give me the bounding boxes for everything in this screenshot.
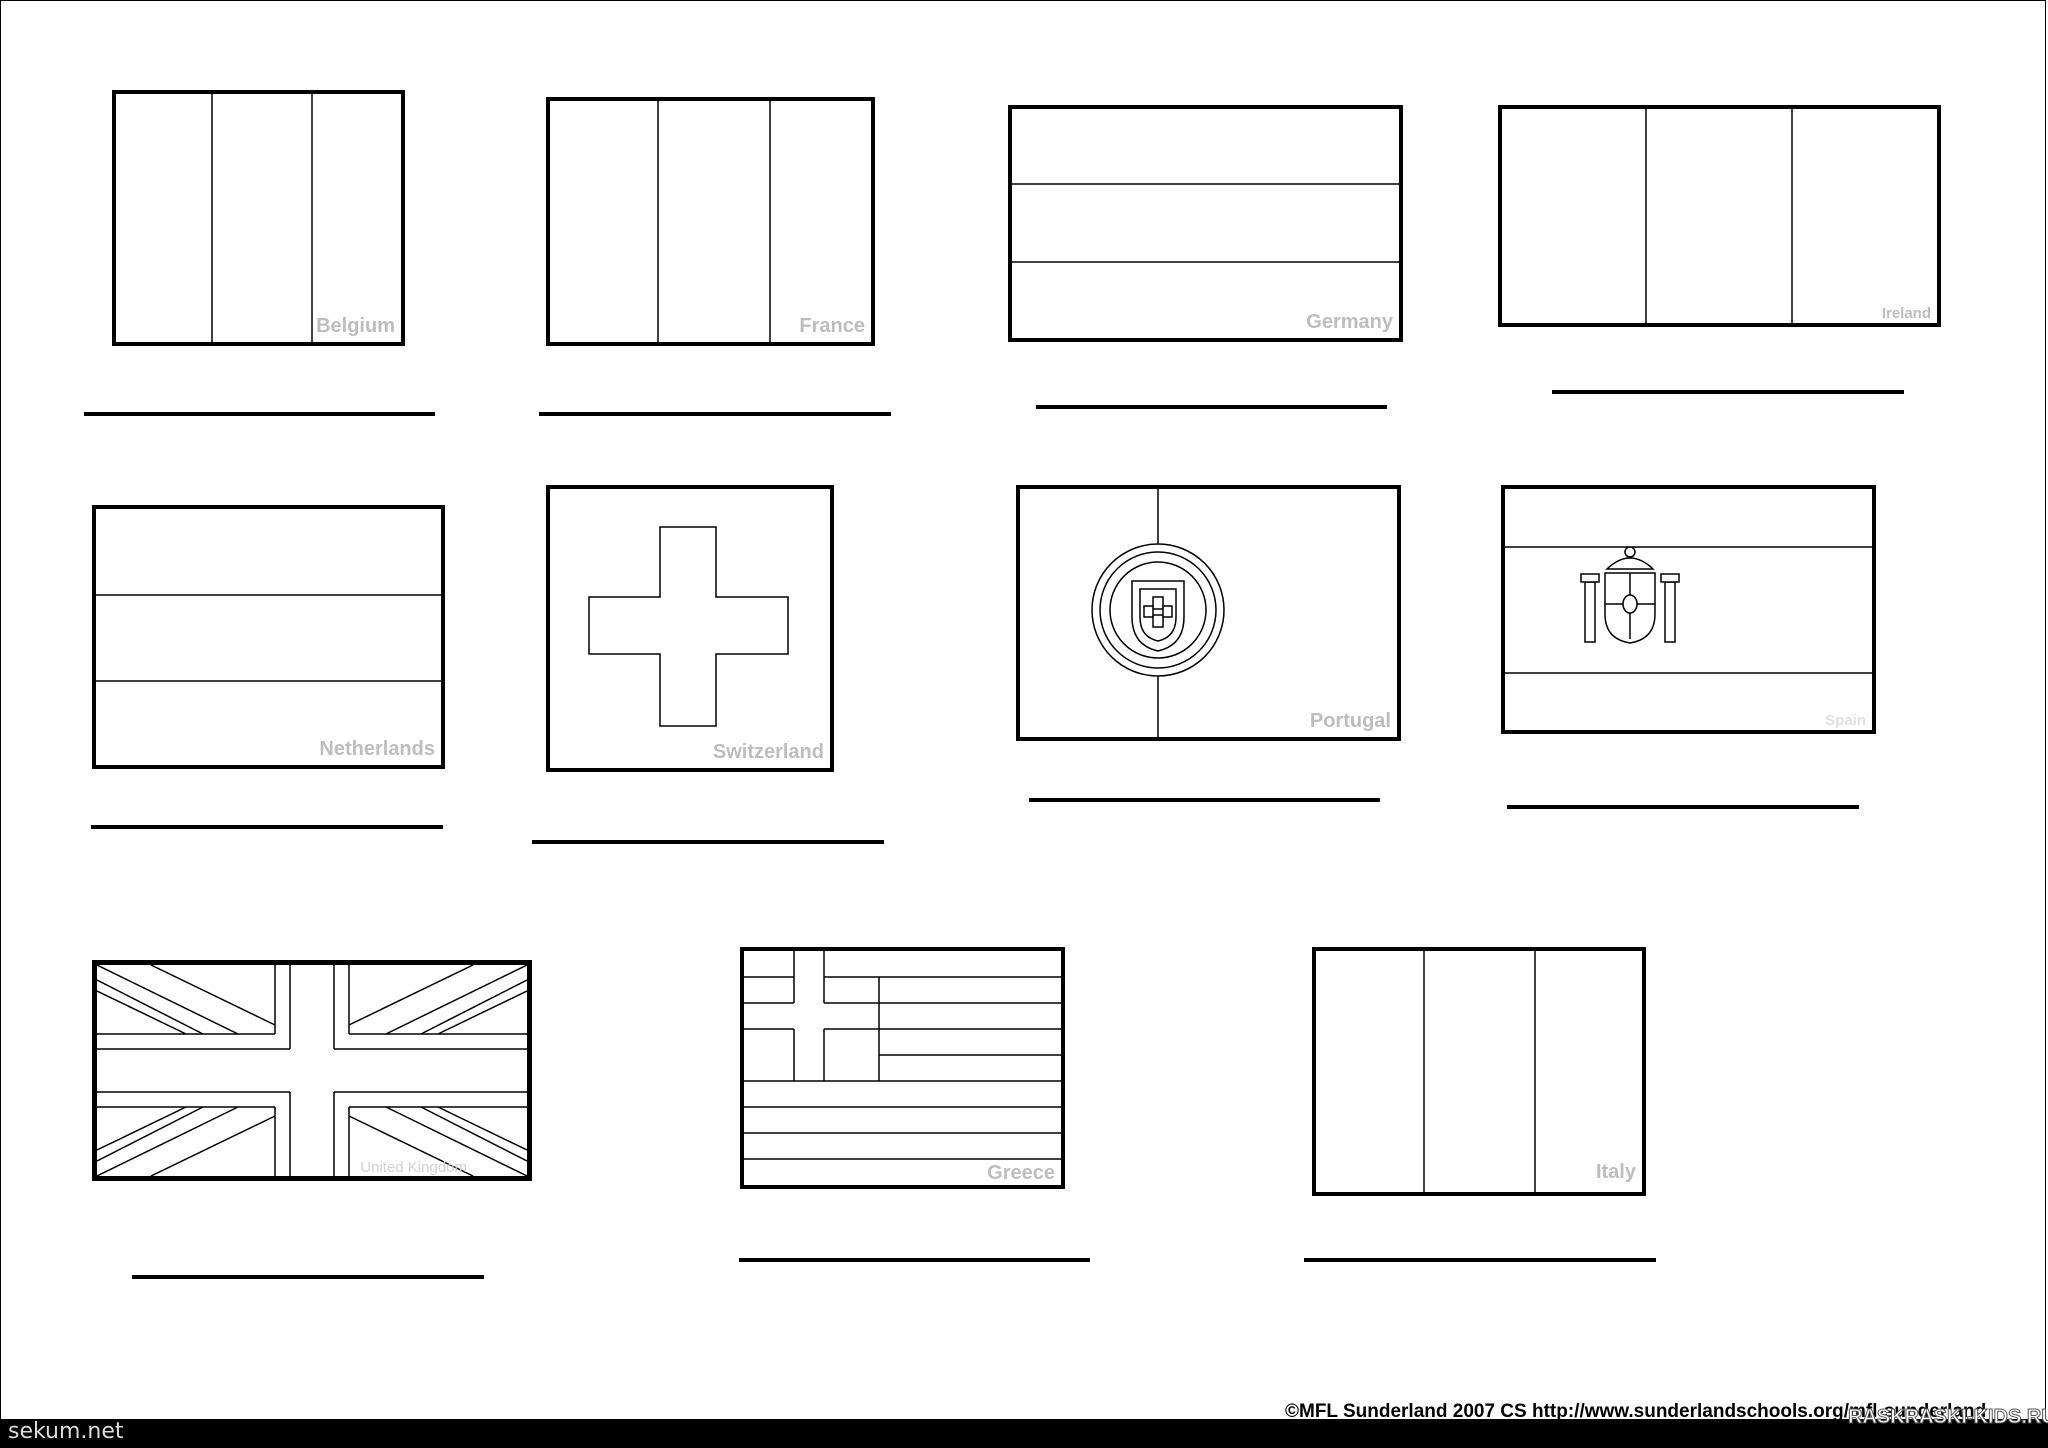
flag-belgium: Belgium <box>112 90 405 346</box>
footer-bar <box>0 1420 2048 1448</box>
answer-line[interactable] <box>91 825 443 829</box>
flag-label: Ireland <box>1881 305 1931 322</box>
flag-label: Portugal <box>1309 710 1391 732</box>
flag-label: Germany <box>1306 311 1393 333</box>
flag-label: United Kingdom <box>360 1159 467 1176</box>
flag-label: Greece <box>987 1162 1055 1184</box>
answer-line[interactable] <box>739 1258 1090 1262</box>
flag-france: France <box>546 97 875 346</box>
flag-label: Spain <box>1825 712 1866 729</box>
answer-line[interactable] <box>1552 390 1904 394</box>
answer-line[interactable] <box>539 412 891 416</box>
spain-coat-of-arms <box>1580 546 1680 644</box>
answer-line[interactable] <box>1029 798 1380 802</box>
answer-line[interactable] <box>532 840 884 844</box>
answer-line[interactable] <box>1304 1258 1656 1262</box>
answer-line[interactable] <box>1036 405 1387 409</box>
answer-line[interactable] <box>1507 805 1859 809</box>
site-watermark: sekum.net <box>8 1419 124 1444</box>
answer-line[interactable] <box>132 1275 484 1279</box>
flag-label: Belgium <box>316 315 395 337</box>
flag-united-kingdom: United Kingdom <box>92 960 532 1181</box>
flag-label: Switzerland <box>712 741 824 763</box>
flag-italy: Italy <box>1312 947 1646 1196</box>
raskraski-watermark: RASKRASKI-KIDS.RU <box>1848 1406 2048 1429</box>
portugal-coat-of-arms <box>1091 543 1225 677</box>
flag-greece: Greece <box>740 947 1065 1189</box>
flag-switzerland: Switzerland <box>546 485 834 772</box>
flag-spain: Spain <box>1501 485 1876 734</box>
flag-label: Netherlands <box>319 738 435 760</box>
answer-line[interactable] <box>84 412 435 416</box>
flag-germany: Germany <box>1008 105 1403 342</box>
flag-label: France <box>799 315 865 337</box>
flag-label: Italy <box>1595 1161 1636 1183</box>
flag-portugal: Portugal <box>1016 485 1401 741</box>
flag-ireland: Ireland <box>1498 105 1941 327</box>
flag-netherlands: Netherlands <box>92 505 445 769</box>
